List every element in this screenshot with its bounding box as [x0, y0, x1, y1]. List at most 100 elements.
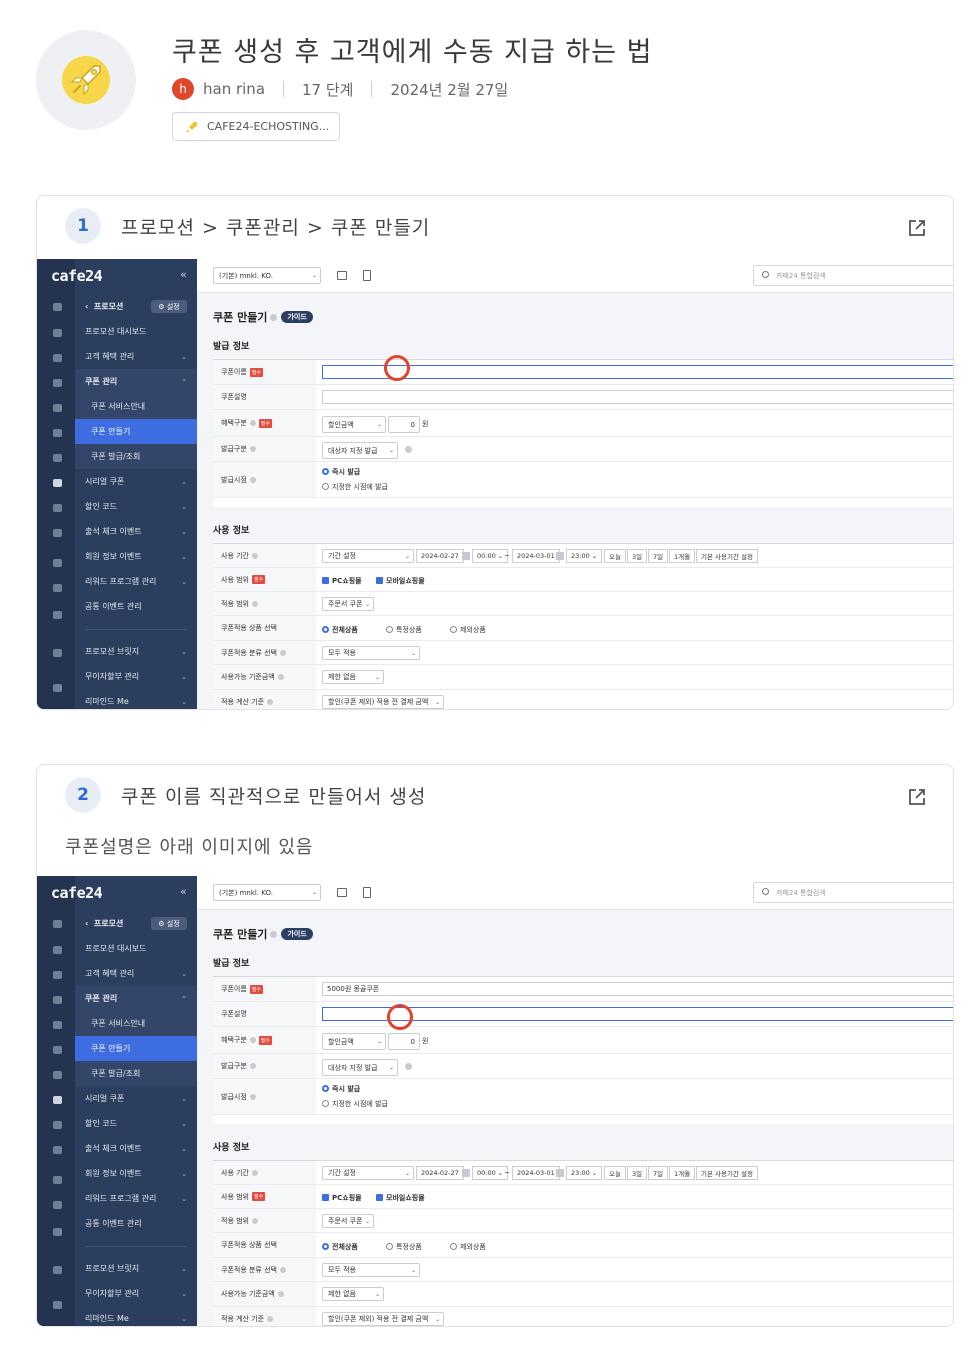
specific-products-radio[interactable]: 특정상품	[386, 1242, 422, 1252]
menu-serial-coupon[interactable]: 시리얼 쿠폰 ⌄	[75, 1086, 197, 1111]
cafe24-logo[interactable]: cafe24	[51, 267, 103, 285]
start-date-input[interactable]: 2024-02-27	[416, 549, 464, 563]
mobile-view-icon[interactable]	[363, 887, 371, 898]
scope-pc-checkbox[interactable]: PC쇼핑몰	[322, 576, 362, 586]
stats-icon[interactable]	[53, 504, 62, 512]
collapse-sidebar-button[interactable]: «	[180, 885, 187, 898]
start-time-select[interactable]: 00:00 ⌄	[472, 549, 509, 563]
cart-icon[interactable]	[53, 946, 62, 954]
period-3d-button[interactable]: 3일	[627, 1166, 648, 1180]
coupon-name-input[interactable]: 5000원 몽골쿠폰	[322, 982, 953, 996]
shop-icon[interactable]	[53, 611, 62, 619]
calendar-icon[interactable]	[556, 1169, 564, 1177]
issue-scheduled-radio[interactable]: 지정한 시점에 발급	[322, 1099, 388, 1109]
author-name[interactable]: han rina	[203, 80, 265, 98]
category-select[interactable]: 모두 적용 ⌄	[322, 1263, 420, 1277]
excluded-products-radio[interactable]: 제외상품	[450, 625, 486, 635]
apply-scope-select[interactable]: 주문서 쿠폰 ⌄	[322, 1214, 374, 1228]
chat-icon[interactable]	[53, 1021, 62, 1029]
user-icon[interactable]	[53, 996, 62, 1004]
start-date-input[interactable]: 2024-02-27	[416, 1166, 464, 1180]
menu-coupon-management[interactable]: 쿠폰 관리 ⌃	[75, 369, 197, 394]
menu-reward[interactable]: 리워드 프로그램 관리 ⌄	[75, 1186, 197, 1211]
workspace-tag[interactable]: CAFE24-ECHOSTING...	[172, 112, 340, 141]
period-7d-button[interactable]: 7일	[648, 549, 669, 563]
menu-common-event[interactable]: 공통 이벤트 관리	[75, 1211, 197, 1236]
menu-common-event[interactable]: 공통 이벤트 관리	[75, 594, 197, 619]
all-products-radio[interactable]: 전체상품	[322, 625, 358, 635]
category-select[interactable]: 모두 적용 ⌄	[322, 646, 420, 660]
menu-reward[interactable]: 리워드 프로그램 관리 ⌄	[75, 569, 197, 594]
menu-remind[interactable]: 리마인드 Me ⌄	[75, 689, 197, 709]
shirt-icon[interactable]	[53, 354, 62, 362]
period-type-select[interactable]: 기간 설정 ⌄	[322, 1166, 414, 1180]
specific-products-radio[interactable]: 특정상품	[386, 625, 422, 635]
external-link-icon[interactable]	[907, 218, 927, 238]
menu-dashboard[interactable]: 프로모션 대시보드	[75, 319, 197, 344]
mobile-icon[interactable]	[53, 529, 62, 537]
shop-icon[interactable]	[53, 1228, 62, 1236]
design-icon[interactable]	[53, 1071, 62, 1079]
benefit-amount-input[interactable]: 0	[388, 1033, 420, 1050]
pc-view-icon[interactable]	[337, 888, 347, 897]
menu-dashboard[interactable]: 프로모션 대시보드	[75, 936, 197, 961]
home-icon[interactable]	[53, 303, 62, 311]
board-icon[interactable]	[53, 1046, 62, 1054]
excluded-products-radio[interactable]: 제외상품	[450, 1242, 486, 1252]
min-amount-select[interactable]: 제한 없음 ⌄	[322, 1287, 384, 1301]
delivery-icon[interactable]	[53, 1266, 62, 1274]
store-icon[interactable]	[53, 559, 62, 567]
board-icon[interactable]	[53, 429, 62, 437]
period-today-button[interactable]: 오늘	[604, 549, 626, 563]
delivery-icon[interactable]	[53, 649, 62, 657]
menu-member-event[interactable]: 회원 정보 이벤트 ⌄	[75, 544, 197, 569]
help-icon[interactable]	[270, 930, 278, 938]
guide-button[interactable]: 가이드	[281, 928, 313, 940]
menu-coupon-issue[interactable]: 쿠폰 발급/조회	[75, 1061, 197, 1086]
default-period-button[interactable]: 기본 사용기간 설정	[696, 1166, 758, 1180]
menu-remind[interactable]: 리마인드 Me ⌄	[75, 1306, 197, 1326]
home-icon[interactable]	[53, 920, 62, 928]
menu-promo-bridge[interactable]: 프로모션 브릿지 ⌄	[75, 1256, 197, 1281]
user-icon[interactable]	[53, 379, 62, 387]
guide-button[interactable]: 가이드	[281, 311, 313, 323]
default-period-button[interactable]: 기본 사용기간 설정	[696, 549, 758, 563]
apply-scope-select[interactable]: 주문서 쿠폰 ⌄	[322, 597, 374, 611]
calendar-icon[interactable]	[556, 552, 564, 560]
promotion-icon[interactable]	[53, 1096, 62, 1104]
benefit-type-select[interactable]: 할인금액 ⌄	[322, 416, 386, 433]
external-link-icon[interactable]	[907, 787, 927, 807]
design-icon[interactable]	[53, 454, 62, 462]
issue-type-select[interactable]: 대상자 지정 발급 ⌄	[322, 442, 398, 459]
menu-attendance[interactable]: 출석 체크 이벤트 ⌄	[75, 519, 197, 544]
menu-installment[interactable]: 무이자할부 관리 ⌄	[75, 664, 197, 689]
shop-select[interactable]: (기본) mnkl. KO. ⌄	[213, 884, 321, 901]
menu-coupon-create[interactable]: 쿠폰 만들기	[75, 1036, 197, 1061]
calc-basis-select[interactable]: 할인(쿠폰 제외) 적용 전 결제 금액 ⌄	[322, 695, 444, 709]
stats-icon[interactable]	[53, 1121, 62, 1129]
menu-coupon-create[interactable]: 쿠폰 만들기	[75, 419, 197, 444]
calc-basis-select[interactable]: 할인(쿠폰 제외) 적용 전 결제 금액 ⌄	[322, 1312, 444, 1326]
mobile-icon[interactable]	[53, 1146, 62, 1154]
coupon-desc-input[interactable]	[322, 1007, 953, 1021]
issue-immediate-radio[interactable]: 즉시 발급	[322, 1084, 360, 1094]
scope-mobile-checkbox[interactable]: 모바일쇼핑몰	[376, 576, 425, 586]
start-time-select[interactable]: 00:00 ⌄	[472, 1166, 509, 1180]
menu-promo-bridge[interactable]: 프로모션 브릿지 ⌄	[75, 639, 197, 664]
admin-search-input[interactable]: 카페24 통합검색	[753, 882, 953, 903]
shirt-icon[interactable]	[53, 971, 62, 979]
menu-discount-code[interactable]: 할인 코드 ⌄	[75, 494, 197, 519]
period-3d-button[interactable]: 3일	[627, 549, 648, 563]
store-icon[interactable]	[53, 1176, 62, 1184]
menu-serial-coupon[interactable]: 시리얼 쿠폰 ⌄	[75, 469, 197, 494]
min-amount-select[interactable]: 제한 없음 ⌄	[322, 670, 384, 684]
pc-view-icon[interactable]	[337, 271, 347, 280]
end-time-select[interactable]: 23:00 ⌄	[566, 549, 603, 563]
shop-select[interactable]: (기본) mnkl. KO. ⌄	[213, 267, 321, 284]
apps-icon[interactable]	[53, 684, 62, 692]
period-1m-button[interactable]: 1개월	[669, 1166, 696, 1180]
apps-icon[interactable]	[53, 1301, 62, 1309]
calendar-icon[interactable]	[462, 552, 470, 560]
scope-pc-checkbox[interactable]: PC쇼핑몰	[322, 1193, 362, 1203]
admin-search-input[interactable]: 카페24 통합검색	[753, 265, 953, 286]
